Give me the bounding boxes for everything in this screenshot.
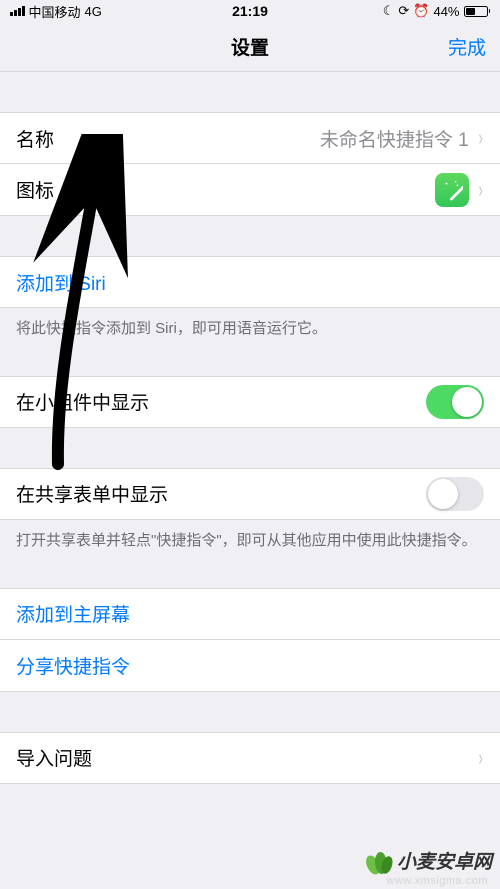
name-label: 名称 <box>16 125 54 152</box>
show-share-label: 在共享表单中显示 <box>16 480 168 507</box>
import-question-label: 导入问题 <box>16 744 92 771</box>
watermark-url: www.xmsigma.com <box>386 875 488 887</box>
moon-icon: ☾ <box>383 3 395 19</box>
name-value: 未命名快捷指令 1 <box>320 125 469 152</box>
wand-icon <box>441 179 463 201</box>
leaf-icon <box>363 845 393 875</box>
name-row[interactable]: 名称 未命名快捷指令 1 › <box>0 112 500 164</box>
icon-label: 图标 <box>16 176 54 203</box>
show-widget-toggle[interactable] <box>426 385 484 419</box>
lock-icon: ⟳ <box>398 3 409 19</box>
done-button[interactable]: 完成 <box>448 33 486 60</box>
network-label: 4G <box>85 4 102 19</box>
show-share-toggle[interactable] <box>426 477 484 511</box>
chevron-right-icon: › <box>478 127 482 149</box>
show-widget-row: 在小组件中显示 <box>0 376 500 428</box>
share-footer: 打开共享表单并轻点"快捷指令"，即可从其他应用中使用此快捷指令。 <box>0 520 500 552</box>
add-to-siri-row[interactable]: 添加到 Siri <box>0 256 500 308</box>
shortcut-icon-preview <box>435 173 469 207</box>
watermark-logo: 小麦安卓网 <box>363 845 492 875</box>
add-to-siri-label: 添加到 Siri <box>16 269 106 296</box>
import-question-row[interactable]: 导入问题 › <box>0 732 500 784</box>
icon-row[interactable]: 图标 › <box>0 164 500 216</box>
battery-pct: 44% <box>433 4 459 19</box>
carrier-label: 中国移动 <box>29 2 81 21</box>
clock: 21:19 <box>232 3 268 19</box>
show-share-row: 在共享表单中显示 <box>0 468 500 520</box>
signal-icon <box>10 6 25 16</box>
chevron-right-icon: › <box>478 179 482 201</box>
alarm-icon: ⏰ <box>413 3 429 19</box>
add-home-label: 添加到主屏幕 <box>16 600 130 627</box>
battery-icon <box>464 6 491 17</box>
nav-bar: 设置 完成 <box>0 22 500 72</box>
share-shortcut-row[interactable]: 分享快捷指令 <box>0 640 500 692</box>
show-widget-label: 在小组件中显示 <box>16 388 149 415</box>
chevron-right-icon: › <box>478 747 482 769</box>
add-home-row[interactable]: 添加到主屏幕 <box>0 588 500 640</box>
page-title: 设置 <box>231 33 269 60</box>
share-shortcut-label: 分享快捷指令 <box>16 652 130 679</box>
siri-footer: 将此快捷指令添加到 Siri，即可用语音运行它。 <box>0 308 500 340</box>
status-bar: 中国移动 4G 21:19 ☾ ⟳ ⏰ 44% <box>0 0 500 22</box>
watermark-brand: 小麦安卓网 <box>397 847 492 874</box>
